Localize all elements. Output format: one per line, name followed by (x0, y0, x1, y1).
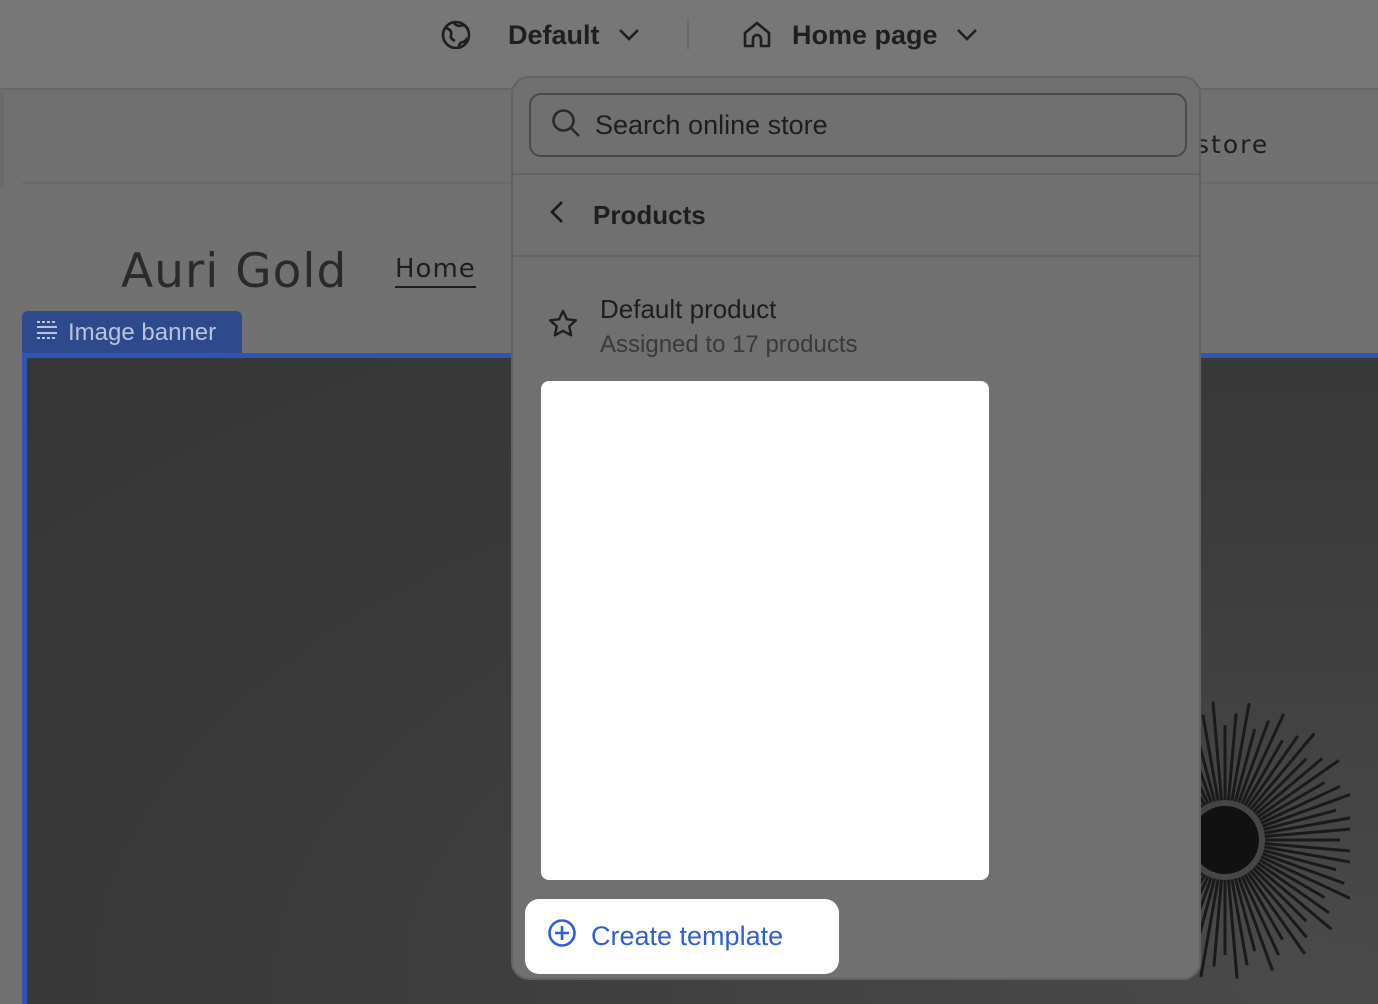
banner-icon (36, 319, 58, 347)
theme-selector[interactable]: Default (440, 0, 640, 70)
store-brand-name: Auri Gold (121, 244, 348, 299)
sculpture-ray (1252, 757, 1308, 813)
section-tag-image-banner[interactable]: Image banner (22, 311, 242, 355)
sculpture-ray (1252, 867, 1308, 923)
panel-divider (513, 255, 1199, 257)
chevron-down-icon (618, 28, 640, 42)
topbar-divider (687, 18, 689, 50)
left-rail (0, 92, 4, 188)
create-template-button[interactable]: Create template (525, 899, 839, 974)
page-label: Home page (792, 19, 938, 50)
template-item-default-product[interactable]: Default product Assigned to 17 products (513, 278, 1199, 374)
header-right-text: store (1196, 130, 1270, 159)
plus-circle-icon (547, 918, 577, 955)
search-input[interactable] (595, 109, 1155, 141)
back-to-products-button[interactable]: Products (513, 174, 1199, 256)
section-tag-label: Image banner (68, 319, 217, 346)
template-assignment: Assigned to 17 products (600, 331, 858, 358)
theme-editor: Default Home page store Auri Gold Home I… (0, 0, 1378, 1004)
theme-label: Default (508, 19, 600, 50)
template-name: Default product (600, 294, 777, 324)
nav-link-home[interactable]: Home (395, 254, 476, 288)
search-box[interactable] (529, 93, 1187, 157)
star-icon (547, 308, 579, 345)
chevron-left-icon (549, 200, 565, 231)
home-icon (741, 19, 773, 51)
search-icon (551, 108, 581, 143)
chevron-down-icon (956, 28, 978, 42)
page-selector[interactable]: Home page (741, 0, 978, 70)
create-template-label: Create template (591, 921, 784, 951)
globe-icon (440, 19, 472, 51)
redacted-area (541, 381, 989, 880)
back-label: Products (593, 199, 706, 230)
template-dropdown: Products Default product Assigned to 17 … (511, 76, 1201, 980)
